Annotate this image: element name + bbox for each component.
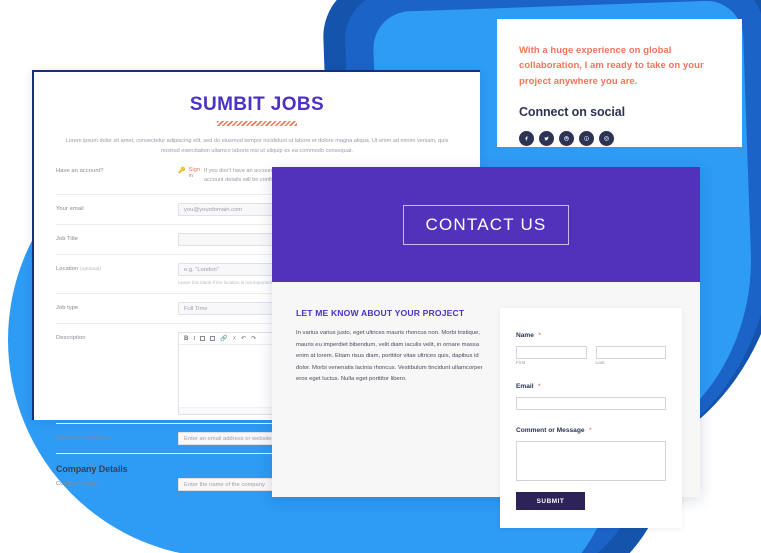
message-textarea[interactable] bbox=[516, 441, 666, 481]
job-title-label: Job Title bbox=[56, 236, 79, 243]
numbered-list-icon[interactable] bbox=[210, 336, 216, 342]
name-first-sublabel: First bbox=[516, 361, 526, 366]
company-name-label: Company name bbox=[56, 481, 98, 488]
italic-icon[interactable]: I bbox=[193, 336, 195, 342]
unlink-icon[interactable]: ☓ bbox=[233, 336, 236, 342]
submit-button[interactable]: SUBMIT bbox=[516, 492, 585, 510]
name-last-input[interactable] bbox=[595, 346, 666, 359]
contact-us-title: CONTACT US bbox=[402, 204, 570, 245]
message-field-group: Comment or Message * bbox=[516, 419, 666, 481]
email-input[interactable] bbox=[516, 397, 666, 410]
contact-paragraph: In varius varius justo, eget ultrices ma… bbox=[296, 330, 483, 383]
contact-intro-column: LET ME KNOW ABOUT YOUR PROJECT In varius… bbox=[296, 308, 486, 528]
name-label: Name bbox=[516, 332, 534, 339]
email-required-mark: * bbox=[538, 383, 541, 390]
location-label-text: Location bbox=[56, 266, 79, 273]
job-type-label: Job type bbox=[56, 305, 79, 312]
email-label: Email bbox=[516, 383, 534, 390]
dribbble-icon[interactable] bbox=[559, 131, 574, 147]
connect-on-social-heading: Connect on social bbox=[519, 105, 625, 120]
social-intro-text: With a huge experience on global collabo… bbox=[519, 45, 704, 87]
name-required-mark: * bbox=[538, 332, 541, 339]
email-field-group: Email * bbox=[516, 375, 666, 410]
facebook-icon[interactable] bbox=[519, 131, 534, 147]
bold-icon[interactable]: B bbox=[184, 336, 188, 342]
intro-paragraph: Lorem ipsum dolor sit amet, consectetur … bbox=[65, 138, 449, 155]
sign-in-link[interactable]: Sign in bbox=[188, 167, 200, 179]
instagram-icon[interactable] bbox=[599, 131, 614, 147]
squiggle-divider-icon bbox=[217, 121, 297, 126]
social-card: With a huge experience on global collabo… bbox=[497, 19, 742, 147]
social-icon-row bbox=[519, 131, 720, 147]
your-email-label: Your email bbox=[56, 206, 84, 213]
link-icon[interactable]: 🔗 bbox=[220, 336, 227, 342]
composition-stage: With a huge experience on global collabo… bbox=[0, 0, 761, 553]
name-last-sublabel: Last bbox=[595, 361, 605, 366]
description-label: Description bbox=[56, 335, 86, 342]
contact-hero: CONTACT US bbox=[272, 167, 700, 282]
application-email-label: Application email/URL bbox=[56, 435, 115, 442]
name-first-input[interactable] bbox=[516, 346, 587, 359]
have-account-label: Have an account? bbox=[56, 167, 104, 174]
pinterest-icon[interactable] bbox=[579, 131, 594, 147]
message-label: Comment or Message bbox=[516, 427, 585, 434]
bullet-list-icon[interactable] bbox=[200, 336, 206, 342]
redo-icon[interactable]: ↷ bbox=[251, 336, 256, 342]
contact-body: LET ME KNOW ABOUT YOUR PROJECT In varius… bbox=[272, 282, 700, 528]
location-label: Location (optional) bbox=[56, 263, 178, 272]
undo-icon[interactable]: ↶ bbox=[241, 336, 246, 342]
message-required-mark: * bbox=[588, 427, 592, 434]
name-field-group: Name * First Last bbox=[516, 324, 666, 366]
contact-panel: CONTACT US LET ME KNOW ABOUT YOUR PROJEC… bbox=[272, 167, 700, 528]
key-icon: 🔑 bbox=[178, 167, 186, 174]
contact-form: Name * First Last Email * Comment or Mes… bbox=[500, 308, 682, 528]
location-optional-text: (optional) bbox=[80, 267, 101, 273]
contact-section-heading: LET ME KNOW ABOUT YOUR PROJECT bbox=[296, 308, 465, 318]
page-title: SUMBIT JOBS bbox=[189, 94, 325, 115]
twitter-icon[interactable] bbox=[539, 131, 554, 147]
